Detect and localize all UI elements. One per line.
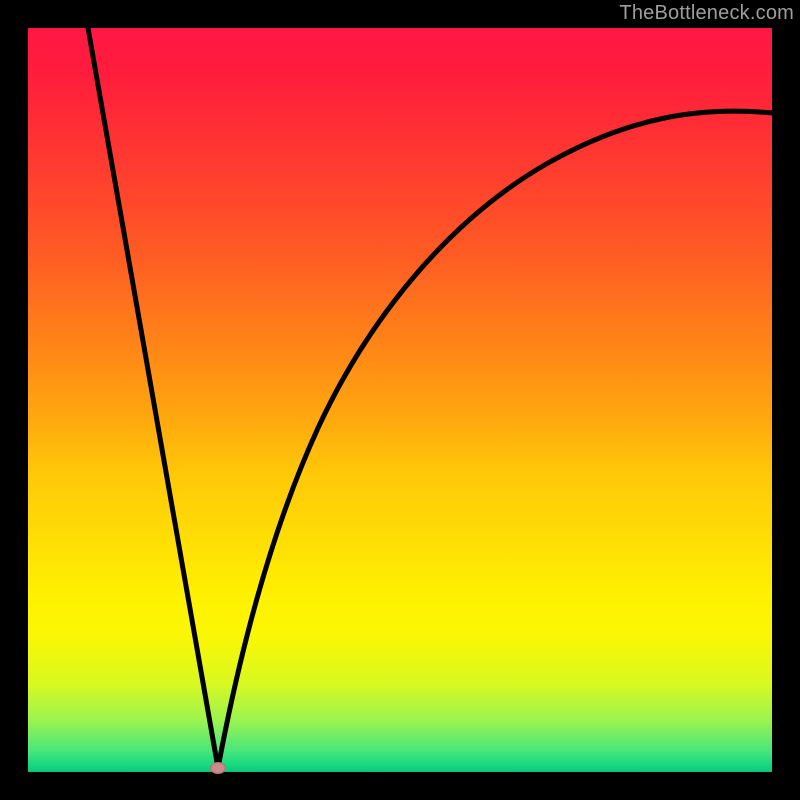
curve-right-branch bbox=[218, 111, 772, 768]
curve-left-branch bbox=[88, 28, 218, 768]
vertex-marker bbox=[210, 762, 226, 774]
bottleneck-curve bbox=[28, 28, 772, 772]
plot-frame bbox=[28, 28, 772, 772]
watermark-text: TheBottleneck.com bbox=[619, 2, 794, 25]
